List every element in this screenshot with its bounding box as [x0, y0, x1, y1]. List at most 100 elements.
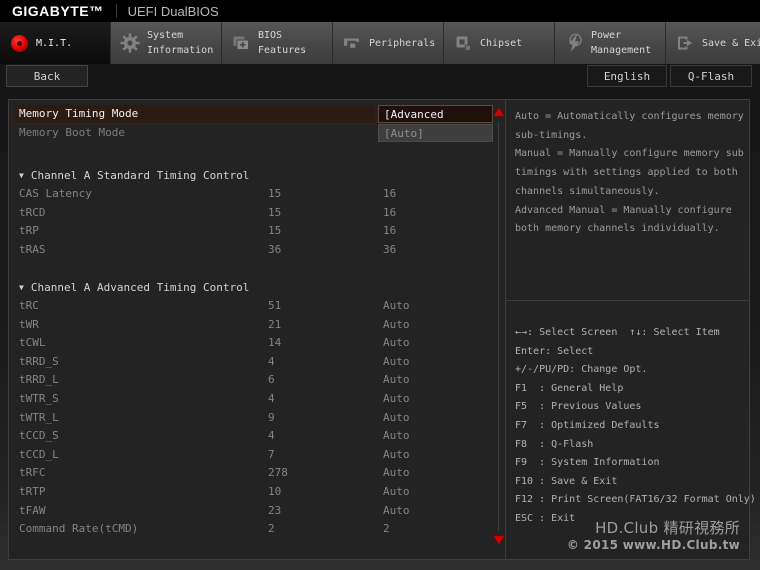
timing-row-trrd-l[interactable]: tRRD_L6Auto — [9, 371, 493, 390]
key-legend-line: F8 : Q-Flash — [515, 436, 749, 455]
timing-label: tWTR_S — [19, 390, 59, 409]
key-legend-line: +/-/PU/PD: Change Opt. — [515, 361, 749, 380]
timing-value-1: 7 — [268, 446, 275, 465]
timing-value-1: 36 — [268, 241, 281, 260]
timing-row-tccd-l[interactable]: tCCD_L7Auto — [9, 446, 493, 465]
tab-label: Power Management — [591, 28, 665, 58]
lightning-icon — [562, 32, 586, 54]
timing-value-1: 10 — [268, 483, 281, 502]
scroll-down-arrow-icon[interactable] — [494, 536, 504, 544]
timing-row-twr[interactable]: tWR21Auto — [9, 316, 493, 335]
timing-row-trcd[interactable]: tRCD 15 16 — [9, 204, 493, 223]
help-line: sub-timings. — [515, 127, 749, 146]
section-spacer — [9, 259, 493, 278]
tab-chipset[interactable]: Chipset — [443, 22, 554, 64]
tab-m-i-t[interactable]: M.I.T. — [0, 22, 110, 64]
timing-value-2: 16 — [383, 204, 396, 223]
timing-label: tCCD_L — [19, 446, 59, 465]
logo-bar: GIGABYTE™ UEFI DualBIOS — [0, 0, 760, 22]
timing-label: tRFC — [19, 464, 46, 483]
timing-row-tras[interactable]: tRAS3636 — [9, 241, 493, 260]
tab-power-management[interactable]: Power Management — [554, 22, 665, 64]
timing-row-trtp[interactable]: tRTP 10 Auto — [9, 483, 493, 502]
scroll-up-arrow-icon[interactable] — [494, 108, 504, 116]
section-header-channel-a-advanced-timing-control: ▼Channel A Advanced Timing Control — [9, 278, 493, 297]
tab-label: Peripherals — [369, 36, 443, 51]
watermark-line2: © 2015 www.HD.Club.tw — [567, 538, 740, 552]
setting-row-memory-timing-mode[interactable]: Memory Timing Mode[Advanced Manual] — [9, 105, 493, 124]
logo-divider — [116, 4, 117, 18]
gigabyte-logo: GIGABYTE™ — [12, 3, 104, 19]
timing-value-1: 15 — [268, 222, 281, 241]
setting-value[interactable]: [Advanced Manual] — [378, 105, 493, 123]
back-button[interactable]: Back — [6, 65, 88, 87]
timing-value-1: 4 — [268, 353, 275, 372]
tab-label: System Information — [147, 28, 221, 58]
section-spacer — [9, 143, 493, 166]
timing-label: tRRD_S — [19, 353, 59, 372]
timing-label: Command Rate(tCMD) — [19, 520, 138, 539]
sub-bar: Back English Q-Flash — [0, 64, 760, 88]
tab-label: BIOS Features — [258, 28, 332, 58]
timing-row-trp[interactable]: tRP1516 — [9, 222, 493, 241]
timing-value-2: 16 — [383, 185, 396, 204]
language-button[interactable]: English — [587, 65, 667, 87]
timing-label: tRTP — [19, 483, 46, 502]
timing-row-trc[interactable]: tRC51Auto — [9, 297, 493, 316]
tab-bar: M.I.T. System Information BIOS Features Per… — [0, 22, 760, 64]
timing-value-2: Auto — [383, 390, 410, 409]
timing-value-2: 36 — [383, 241, 396, 260]
timing-value-2: Auto — [383, 409, 410, 428]
key-legend-line: F1 : General Help — [515, 380, 749, 399]
timing-row-tcwl[interactable]: tCWL14Auto — [9, 334, 493, 353]
setting-value[interactable]: [Auto] — [378, 124, 493, 142]
timing-label: tRCD — [19, 204, 46, 223]
tab-bios-features[interactable]: BIOS Features — [221, 22, 332, 64]
timing-label: tWTR_L — [19, 409, 59, 428]
help-line: both memory channels individually. — [515, 220, 749, 239]
timing-label: tRRD_L — [19, 371, 59, 390]
tab-system-information[interactable]: System Information — [110, 22, 221, 64]
timing-value-2: 2 — [383, 520, 390, 539]
timing-value-2: Auto — [383, 483, 410, 502]
tab-label: Chipset — [480, 36, 554, 51]
tab-label: M.I.T. — [36, 36, 110, 51]
timing-row-cas-latency[interactable]: CAS Latency1516 — [9, 185, 493, 204]
chip-icon — [451, 32, 475, 54]
timing-label: tCCD_S — [19, 427, 59, 446]
help-line: Auto = Automatically configures memory — [515, 108, 749, 127]
help-line: channels simultaneously. — [515, 183, 749, 202]
tab-peripherals[interactable]: Peripherals — [332, 22, 443, 64]
firmware-title: UEFI DualBIOS — [128, 4, 219, 19]
peripherals-icon — [340, 32, 364, 54]
timing-row-command-rate-tcmd[interactable]: Command Rate(tCMD)22 — [9, 520, 493, 539]
timing-row-trrd-s[interactable]: tRRD_S 4 Auto — [9, 353, 493, 372]
collapse-triangle-icon: ▼ — [19, 171, 24, 180]
help-line: Advanced Manual = Manually configure — [515, 202, 749, 221]
qflash-button[interactable]: Q-Flash — [670, 65, 752, 87]
bios-screen: GIGABYTE™ UEFI DualBIOS M.I.T. System Inf… — [0, 0, 760, 570]
content-panel: Memory Timing Mode[Advanced Manual]Memor… — [8, 99, 750, 560]
timing-value-1: 15 — [268, 204, 281, 223]
section-title: Channel A Advanced Timing Control — [31, 281, 250, 294]
key-legend-line: F10 : Save & Exit — [515, 473, 749, 492]
timing-label: CAS Latency — [19, 185, 92, 204]
help-pane: Auto = Automatically configures memorysu… — [505, 100, 749, 559]
scrollbar-track[interactable] — [498, 122, 499, 531]
timing-row-tfaw[interactable]: tFAW23Auto — [9, 502, 493, 521]
timing-value-2: Auto — [383, 353, 410, 372]
key-legend-line: ←→: Select Screen ↑↓: Select Item — [515, 324, 749, 343]
timing-row-trfc[interactable]: tRFC278Auto — [9, 464, 493, 483]
tab-save-exit[interactable]: Save & Exit — [665, 22, 760, 64]
timing-value-1: 14 — [268, 334, 281, 353]
timing-value-2: Auto — [383, 371, 410, 390]
timing-row-twtr-l[interactable]: tWTR_L9Auto — [9, 409, 493, 428]
timing-row-tccd-s[interactable]: tCCD_S4Auto — [9, 427, 493, 446]
timing-label: tCWL — [19, 334, 46, 353]
timing-value-1: 278 — [268, 464, 288, 483]
timing-value-1: 4 — [268, 427, 275, 446]
timing-label: tRP — [19, 222, 39, 241]
key-legend-line: F7 : Optimized Defaults — [515, 417, 749, 436]
timing-row-twtr-s[interactable]: tWTR_S4Auto — [9, 390, 493, 409]
setting-row-memory-boot-mode[interactable]: Memory Boot Mode[Auto] — [9, 124, 493, 143]
